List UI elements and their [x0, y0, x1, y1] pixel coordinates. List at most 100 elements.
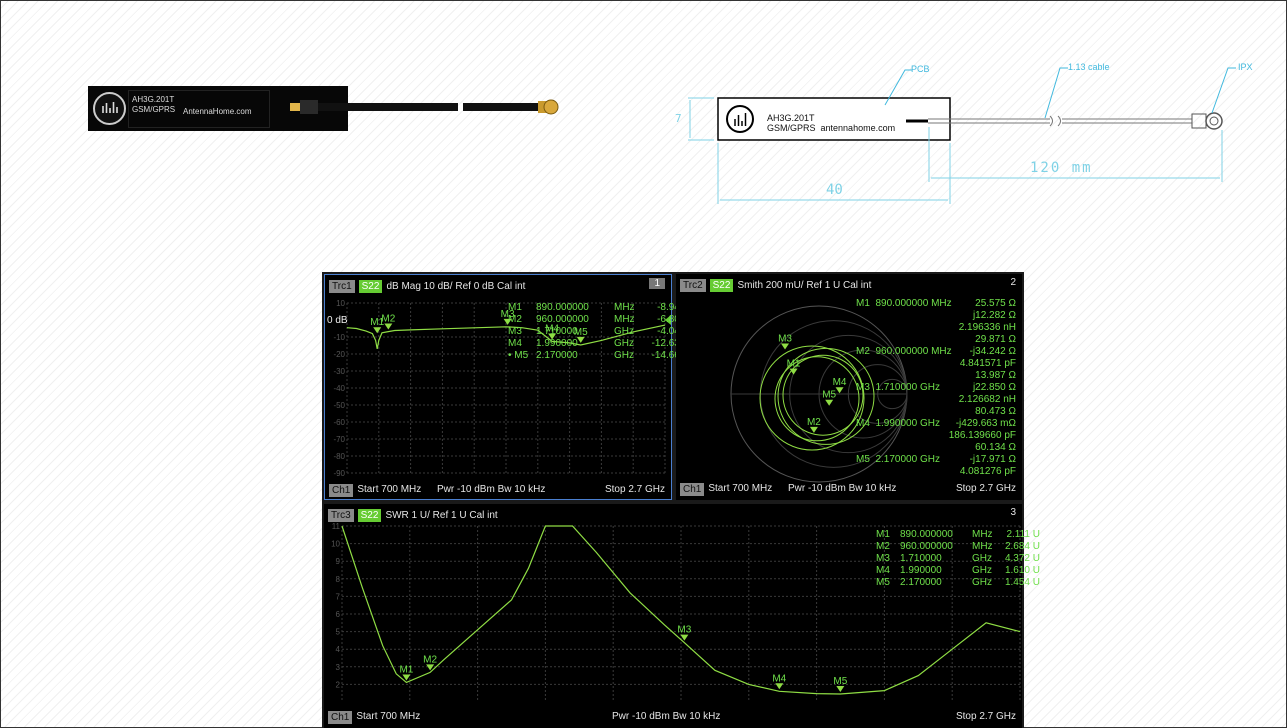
channel-label[interactable]: Ch1: [329, 483, 354, 497]
mrk-freq: 1.710000 GHz: [875, 382, 940, 393]
mrk-unit: GHz: [614, 350, 634, 361]
drawing-model: AH3G.201T: [767, 113, 815, 123]
y-tick-label: 3: [336, 663, 341, 672]
mrk-freq: 960.000000: [900, 541, 953, 552]
mrk-unit: MHz: [614, 314, 635, 325]
drawing-label: AH3G.201T GSM/GPRS antennahome.com: [767, 113, 895, 133]
mrk-val: 2.111 U: [1006, 529, 1040, 540]
drawing-site: antennahome.com: [820, 123, 896, 133]
mrk-unit: GHz: [972, 565, 992, 576]
mrk-unit: GHz: [972, 553, 992, 564]
y-tick-label: 10: [336, 299, 345, 308]
mrk-val: 4.081276 pF: [959, 466, 1016, 477]
mrk-val: 4.372 U: [1004, 553, 1040, 564]
mrk-name: M5: [856, 454, 870, 465]
marker-label: M3: [778, 333, 792, 344]
mrk-freq: 2.170000 GHz: [875, 454, 940, 465]
pane-swr-footer: Ch1 Start 700 MHz: [328, 710, 420, 724]
mrk-vals: 60.134 Ω -j17.971 Ω 4.081276 pF: [960, 442, 1016, 478]
y-tick-label: -10: [333, 333, 345, 342]
mrk-unit: MHz: [972, 529, 993, 540]
mrk-name: M4: [508, 338, 522, 349]
mrk-val: 1.454 U: [1004, 577, 1040, 588]
reference-label: 0 dB: [327, 315, 348, 326]
mrk-freq: 1.990000: [536, 338, 578, 349]
antennahome-logo: [93, 92, 126, 125]
mrk-name: M5: [876, 577, 890, 588]
smith-marker-block: M4 1.990000 GHz 80.473 Ω -j429.663 mΩ 186.…: [856, 406, 1016, 442]
mrk-val: 60.134 Ω: [975, 442, 1016, 453]
dim-length: 40: [826, 182, 843, 198]
mrk-unit: GHz: [972, 577, 992, 588]
mrk-unit: MHz: [972, 541, 993, 552]
smith-marker-table: M1 890.000000 MHz 25.575 Ωj12.282 Ω 2.196…: [856, 298, 1016, 478]
mrk-vals: 29.871 Ω -j34.242 Ω 4.841571 pF: [960, 334, 1016, 370]
antenna-photo: AH3G.201T GSM/GPRS AntennaHome.com: [88, 86, 348, 131]
y-tick-label: -40: [333, 384, 345, 393]
stop-freq: Stop 2.7 GHz: [955, 483, 1016, 494]
mrk-val: 13.987 Ω: [975, 370, 1016, 381]
dim-height: 7: [675, 112, 682, 125]
y-tick-label: -20: [333, 350, 345, 359]
mrk-name: M1: [856, 298, 870, 309]
marker-label: M5: [833, 676, 847, 687]
mrk-name: M2: [856, 346, 870, 357]
dim-cable: 120 mm: [1030, 160, 1093, 176]
y-tick-label: 11: [332, 522, 341, 531]
start-freq: Start 700 MHz: [708, 483, 773, 494]
stop-freq: Stop 2.7 GHz: [955, 711, 1016, 722]
pane-swr[interactable]: Trc3 S22 SWR 1 U/ Ref 1 U Cal int 3 11 10…: [324, 504, 1040, 728]
smith-marker-block: M5 2.170000 GHz 60.134 Ω -j17.971 Ω 4.0812…: [856, 442, 1016, 478]
marker-label: M2: [423, 654, 437, 665]
channel-label[interactable]: Ch1: [680, 482, 705, 496]
mrk-name: M3: [856, 382, 870, 393]
mrk-name-freq: M2 960.000000 MHz: [856, 346, 952, 358]
swr-marker-row: M5 2.170000 GHz 1.454 U: [876, 577, 1040, 589]
drawing-band: GSM/GPRS: [767, 123, 816, 133]
mrk-val: 80.473 Ω: [975, 406, 1016, 417]
mrk-val: j22.850 Ω: [972, 382, 1016, 393]
power-bw: Pwr -10 dBm Bw 10 kHz: [612, 711, 721, 722]
mrk-val: 2.126682 nH: [958, 394, 1016, 405]
mrk-val: 29.871 Ω: [975, 334, 1016, 345]
y-tick-label: 9: [336, 557, 341, 566]
mrk-name-freq: M3 1.710000 GHz: [856, 382, 940, 394]
smith-marker-block: M3 1.710000 GHz 13.987 Ωj22.850 Ω 2.12668…: [856, 370, 1016, 406]
marker-label: M5: [822, 390, 836, 401]
swr-marker-table: M1 890.000000 MHz 2.111 U M2 960.000000 MHz 2.…: [876, 529, 1040, 589]
mrk-val: j12.282 Ω: [972, 310, 1016, 321]
y-tick-label: 5: [336, 628, 341, 637]
mrk-vals: 80.473 Ω -j429.663 mΩ 186.139660 pF: [949, 406, 1016, 442]
mrk-val: 2.196336 nH: [958, 322, 1016, 333]
mrk-name: M2: [508, 314, 522, 325]
stop-freq: Stop 2.7 GHz: [604, 484, 665, 495]
swr-marker-row: M4 1.990000 GHz 1.610 U: [876, 565, 1040, 577]
tag-cable: 1.13 cable: [1068, 62, 1110, 72]
mrk-val: -j34.242 Ω: [969, 346, 1016, 357]
marker-label: M4: [772, 673, 786, 684]
pane-smith[interactable]: Trc2 S22 Smith 200 mU/ Ref 1 U Cal int 2…: [676, 274, 1022, 500]
mrk-name: M1: [876, 529, 890, 540]
marker-label: M1: [399, 664, 413, 675]
y-tick-label: 7: [336, 592, 341, 601]
photo-panel: [128, 90, 270, 128]
mrk-name-freq: M4 1.990000 GHz: [856, 418, 940, 430]
channel-label[interactable]: Ch1: [328, 710, 353, 724]
mrk-name: • M5: [508, 350, 529, 361]
tag-ipx: IPX: [1238, 62, 1253, 72]
start-freq: Start 700 MHz: [357, 484, 422, 495]
mrk-name: M4: [856, 418, 870, 429]
mrk-val: 1.610 U: [1004, 565, 1040, 576]
y-tick-label: -50: [333, 401, 345, 410]
mrk-freq: 2.170000: [536, 350, 578, 361]
marker-label: M4: [833, 377, 847, 388]
pane-dbmag[interactable]: Trc1 S22 dB Mag 10 dB/ Ref 0 dB Cal int …: [324, 274, 706, 500]
mrk-name: M1: [508, 302, 522, 313]
mrk-freq: 960.000000 MHz: [875, 346, 952, 357]
y-tick-label: -80: [333, 452, 345, 461]
mrk-val: -j17.971 Ω: [969, 454, 1016, 465]
marker-label: M2: [381, 314, 395, 325]
mrk-freq: 890.000000: [900, 529, 953, 540]
mrk-name: M2: [876, 541, 890, 552]
mrk-val: 4.841571 pF: [959, 358, 1016, 369]
